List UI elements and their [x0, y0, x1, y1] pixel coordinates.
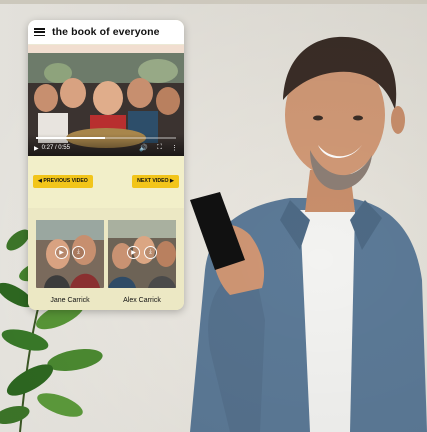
play-icon[interactable]: ▶: [55, 246, 68, 259]
video-progress-track[interactable]: [36, 137, 176, 139]
app-header: the book of everyone: [28, 20, 184, 45]
card-thumbnail: ▶ ⤓: [36, 220, 104, 288]
play-icon[interactable]: ▶: [34, 145, 39, 152]
video-controls: ▶ 0:27 / 0:55 🔊 ⛶ ⋮: [28, 134, 184, 156]
phone-screen: the book of everyone ▶ 0:27 / 0:55 🔊 ⛶ ⋮…: [28, 20, 184, 310]
video-card[interactable]: ▶ ⤓ Jane Carrick: [36, 220, 104, 304]
video-navigation: ◀ PREVIOUS VIDEO NEXT VIDEO ▶: [28, 156, 184, 206]
menu-icon[interactable]: [34, 28, 45, 36]
next-video-button[interactable]: NEXT VIDEO ▶: [132, 174, 179, 188]
header-stripe: [28, 45, 184, 53]
card-name: Jane Carrick: [50, 297, 90, 304]
card-name: Alex Carrick: [123, 297, 161, 304]
fullscreen-icon[interactable]: ⛶: [157, 144, 162, 152]
previous-video-button[interactable]: ◀ PREVIOUS VIDEO: [33, 174, 93, 188]
card-thumbnail: ▶ ⤓: [108, 220, 176, 288]
video-progress-fill: [36, 137, 105, 139]
download-icon[interactable]: ⤓: [72, 246, 85, 259]
more-icon[interactable]: ⋮: [171, 144, 178, 152]
app-title: the book of everyone: [52, 26, 160, 38]
play-icon[interactable]: ▶: [127, 246, 140, 259]
video-card-list: ▶ ⤓ Jane Carrick ▶ ⤓ Alex Carrick: [28, 208, 184, 310]
volume-icon[interactable]: 🔊: [139, 144, 148, 152]
video-player[interactable]: ▶ 0:27 / 0:55 🔊 ⛶ ⋮: [28, 53, 184, 156]
video-card[interactable]: ▶ ⤓ Alex Carrick: [108, 220, 176, 304]
video-time: 0:27 / 0:55: [41, 145, 70, 151]
download-icon[interactable]: ⤓: [144, 246, 157, 259]
